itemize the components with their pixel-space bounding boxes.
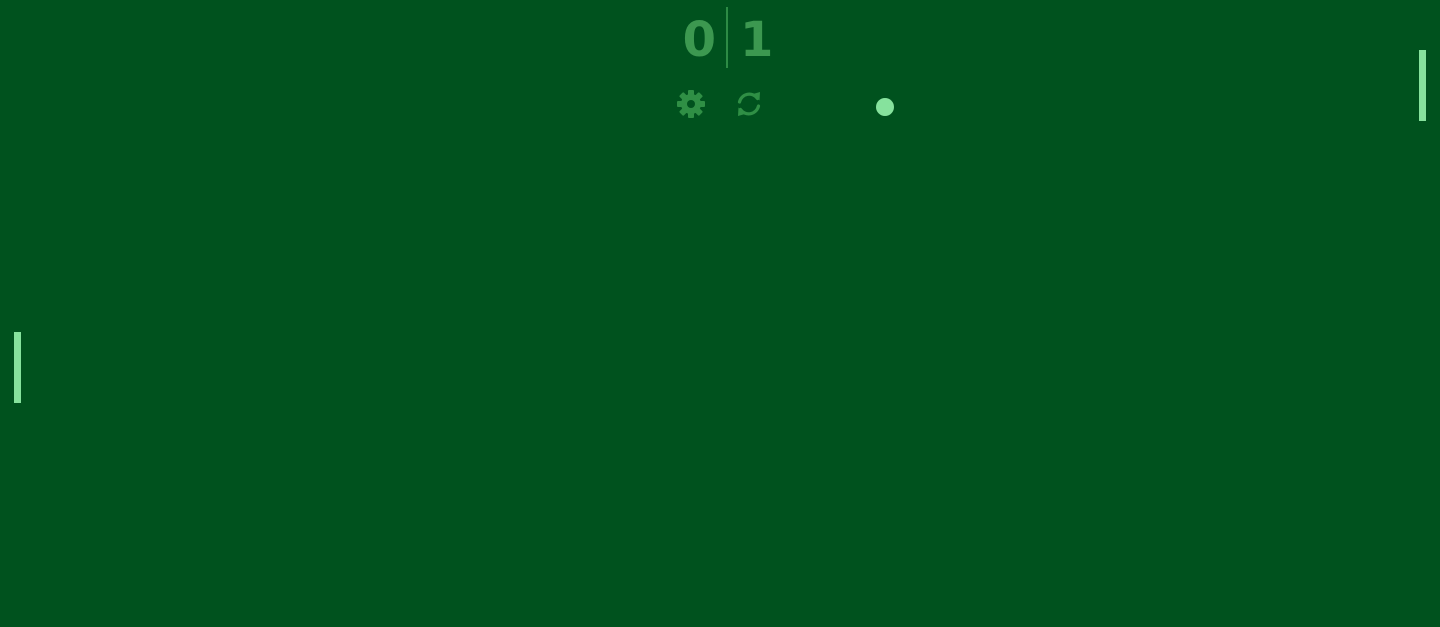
gear-icon (677, 90, 705, 118)
right-paddle[interactable] (1419, 50, 1426, 121)
left-paddle[interactable] (14, 332, 21, 403)
right-player-score: 1 (740, 12, 774, 68)
scoreboard: 0 1 (660, 4, 780, 70)
ball (876, 98, 894, 116)
refresh-icon (737, 92, 761, 116)
restart-button[interactable] (733, 88, 765, 120)
game-field[interactable]: 0 1 (0, 0, 1440, 627)
score-divider (726, 7, 728, 68)
settings-button[interactable] (675, 88, 707, 120)
left-player-score: 0 (682, 12, 716, 68)
